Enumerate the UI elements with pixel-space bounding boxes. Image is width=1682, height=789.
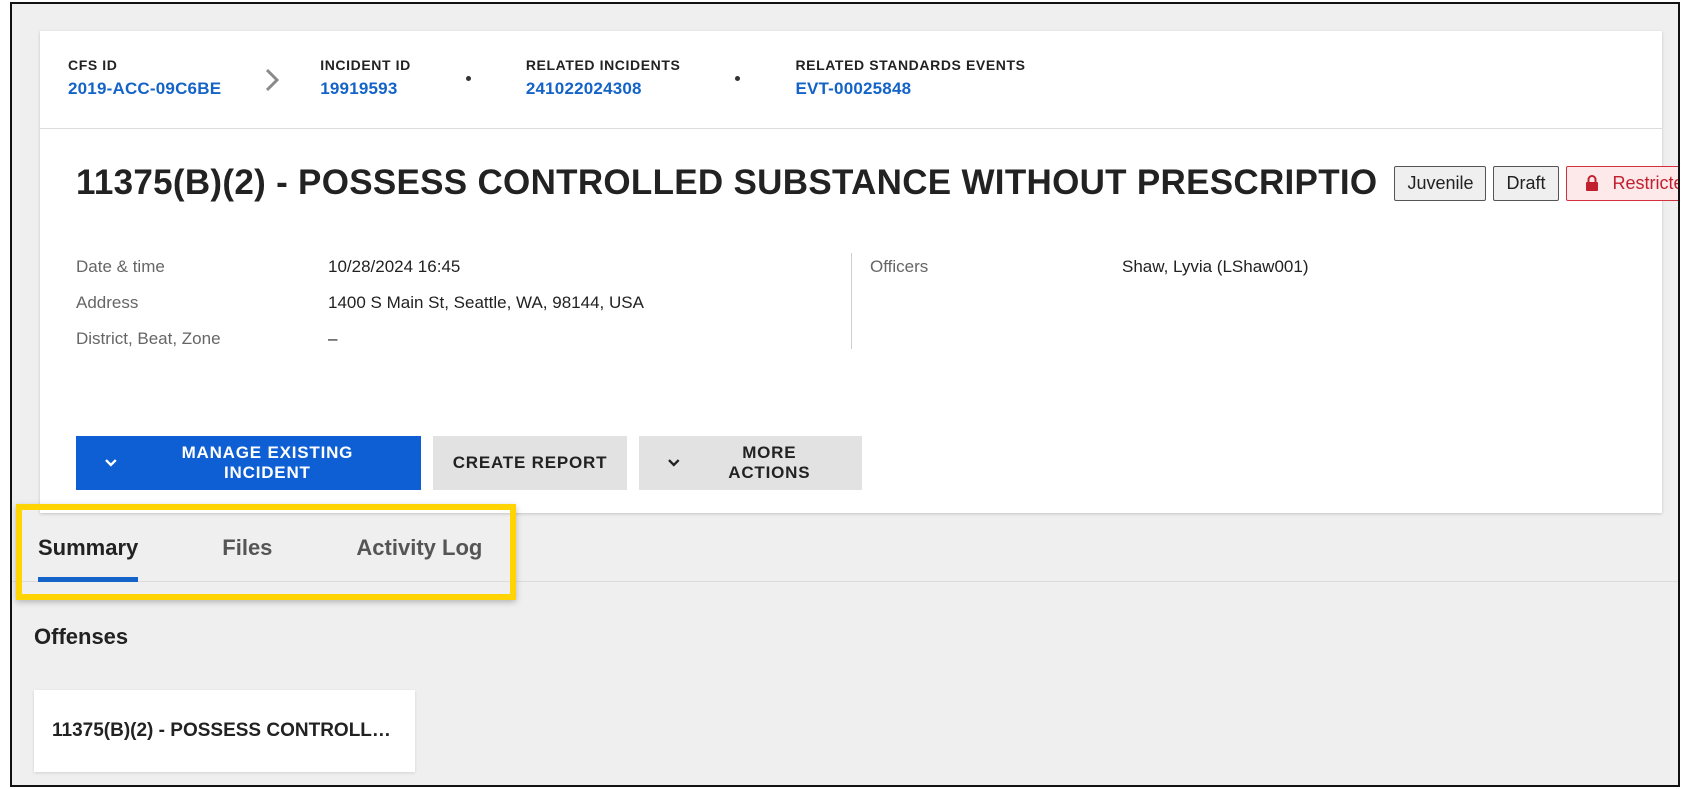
detail-value: Shaw, Lyvia (LShaw001) [1122,257,1309,276]
chevron-right-icon [266,68,280,92]
page-title: 11375(B)(2) - POSSESS CONTROLLED SUBSTAN… [76,163,1378,202]
manage-existing-incident-button[interactable]: MANAGE EXISTING INCIDENT [76,436,421,490]
related-standards-events-link[interactable]: EVT-00025848 [795,79,1025,99]
offense-title: 11375(B)(2) - POSSESS CONTROLLED SUBSTAN… [52,720,392,741]
tab-files[interactable]: Files [222,514,272,582]
offense-card[interactable]: 11375(B)(2) - POSSESS CONTROLLED SUBSTAN… [34,690,415,772]
offenses-heading: Offenses [34,624,129,649]
crumb-cfs-id: CFS ID 2019-ACC-09C6BE [68,57,221,99]
detail-label: Officers [870,257,929,276]
crumb-related-incidents: RELATED INCIDENTS 241022024308 [526,57,681,99]
more-actions-button[interactable]: MORE ACTIONS [639,436,862,490]
details-right-column: Officers Shaw, Lyvia (LShaw001) [852,253,1628,353]
title-row: 11375(B)(2) - POSSESS CONTROLLED SUBSTAN… [76,153,1678,213]
dot-separator [465,76,471,81]
detail-row-address: Address 1400 S Main St, Seattle, WA, 981… [76,289,851,325]
tab-summary[interactable]: Summary [38,514,139,582]
crumb-label: RELATED INCIDENTS [525,57,681,73]
lock-icon [1585,175,1598,191]
chevron-down-icon [105,459,117,467]
status-badges: Juvenile Draft Restricted [1394,165,1679,201]
details-left-column: Date & time 10/28/2024 16:45 Address 140… [76,253,852,349]
tab-bar: Summary Files Activity Log [12,514,1678,582]
create-report-button[interactable]: CREATE REPORT [433,436,627,490]
incident-id-link[interactable]: 19919593 [320,79,411,99]
button-label: MANAGE EXISTING INCIDENT [181,443,354,482]
related-incidents-link[interactable]: 241022024308 [526,79,681,99]
crumb-related-standards-events: RELATED STANDARDS EVENTS EVT-00025848 [795,57,1025,99]
action-bar: MANAGE EXISTING INCIDENT CREATE REPORT M… [76,436,862,490]
cfs-id-link[interactable]: 2019-ACC-09C6BE [68,79,221,99]
detail-label: Date & time [76,257,165,276]
detail-label: District, Beat, Zone [76,329,221,348]
restricted-badge: Restricted [1565,165,1679,201]
detail-row-district: District, Beat, Zone – [76,325,851,361]
breadcrumb: CFS ID 2019-ACC-09C6BE INCIDENT ID 19919… [40,31,1662,129]
detail-label: Address [76,293,139,312]
crumb-incident-id: INCIDENT ID 19919593 [320,57,411,99]
restricted-label: Restricted [1612,172,1679,193]
app-frame: CFS ID 2019-ACC-09C6BE INCIDENT ID 19919… [10,2,1680,787]
incident-details: Date & time 10/28/2024 16:45 Address 140… [76,253,1636,353]
crumb-label: CFS ID [68,57,118,73]
button-label: CREATE REPORT [452,453,608,472]
detail-value: 10/28/2024 16:45 [328,257,461,276]
tabs: Summary Files Activity Log [38,514,482,582]
draft-badge: Draft [1493,165,1559,201]
detail-value: – [328,329,338,348]
detail-row-officers: Officers Shaw, Lyvia (LShaw001) [870,253,1628,289]
dot-separator [735,76,741,81]
button-label: MORE ACTIONS [728,443,811,482]
incident-header-card: CFS ID 2019-ACC-09C6BE INCIDENT ID 19919… [40,31,1678,513]
crumb-label: INCIDENT ID [320,57,411,73]
tab-activity-log[interactable]: Activity Log [356,514,482,582]
detail-row-date-time: Date & time 10/28/2024 16:45 [76,253,851,289]
chevron-down-icon [668,459,680,467]
juvenile-badge: Juvenile [1394,165,1487,201]
crumb-label: RELATED STANDARDS EVENTS [795,57,1026,73]
detail-value: 1400 S Main St, Seattle, WA, 98144, USA [328,293,644,312]
